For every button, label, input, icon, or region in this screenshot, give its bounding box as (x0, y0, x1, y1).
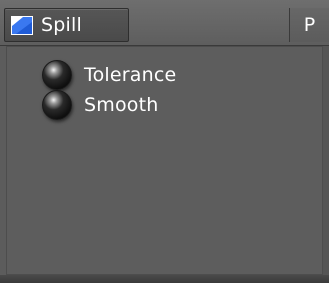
spill-icon (11, 15, 33, 35)
smooth-row: Smooth (42, 90, 159, 120)
tab-bar: Spill P (0, 0, 329, 46)
smooth-label: Smooth (84, 94, 159, 116)
panel-bottom-edge (0, 275, 329, 283)
tab-p-label: P (303, 14, 316, 36)
tolerance-knob[interactable] (42, 60, 72, 90)
panel-edge-right (323, 46, 329, 275)
tolerance-row: Tolerance (42, 60, 176, 90)
spill-panel: Spill P Tolerance Smooth (0, 0, 329, 283)
smooth-knob[interactable] (42, 90, 72, 120)
tab-spill[interactable]: Spill (4, 8, 129, 42)
tab-spill-label: Spill (41, 14, 82, 36)
tolerance-label: Tolerance (84, 64, 177, 86)
tab-p[interactable]: P (289, 8, 329, 42)
